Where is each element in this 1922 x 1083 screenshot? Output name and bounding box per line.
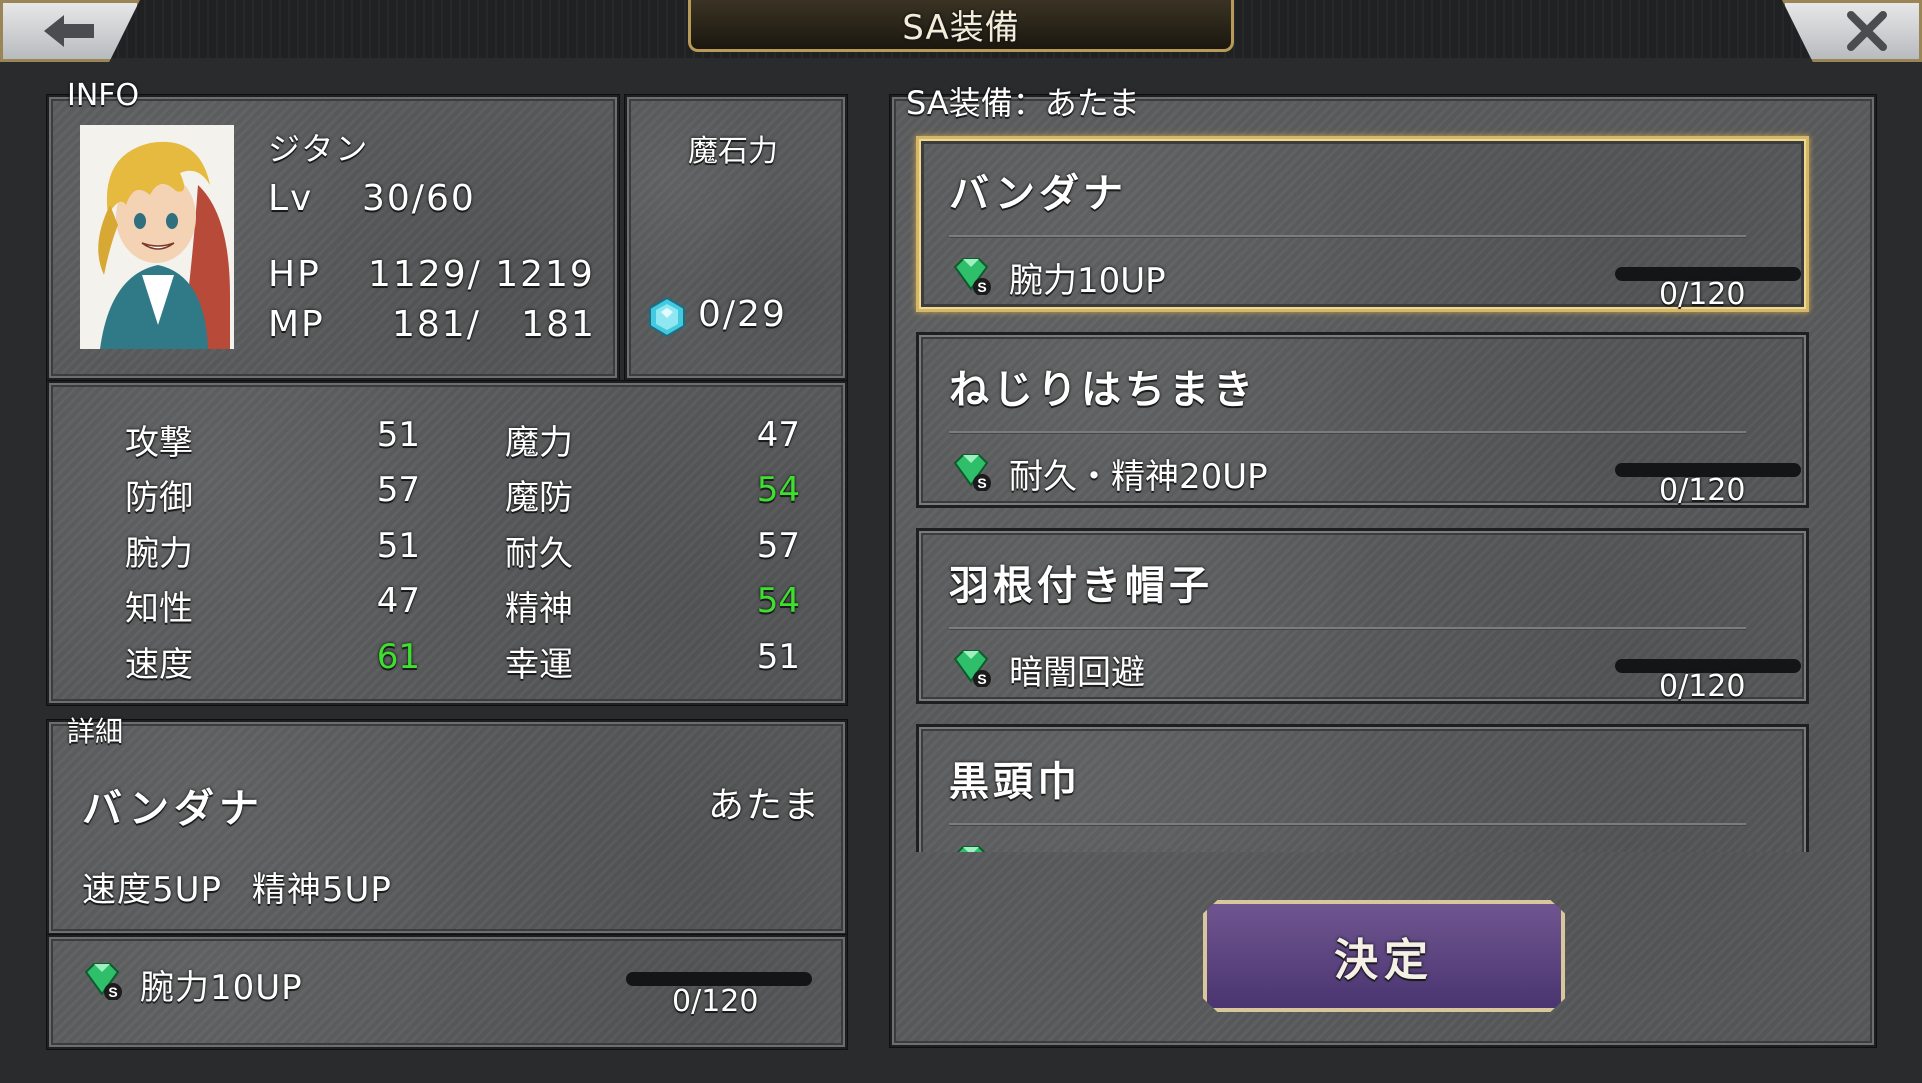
sa-gem-icon: S (953, 454, 991, 491)
svg-text:S: S (977, 671, 986, 687)
sa-item-card[interactable]: 羽根付き帽子 S 暗闇回避 0/120 (916, 528, 1809, 704)
sa-item-effect: 耐久・精神20UP (1009, 457, 1268, 497)
sa-item-name: 羽根付き帽子 (949, 562, 1213, 609)
sa-item-name: バンダナ (949, 170, 1127, 217)
sa-item-divider (949, 627, 1746, 629)
sa-item-card[interactable]: ねじりはちまき S 耐久・精神20UP 0/120 (916, 332, 1809, 508)
sa-item-divider (949, 235, 1746, 237)
detail-sa-effect: 腕力10UP (140, 968, 303, 1008)
sa-gem-icon: S (953, 258, 991, 295)
sa-item-card[interactable]: 黒頭巾 S (916, 724, 1809, 852)
svg-text:S: S (977, 279, 986, 295)
sa-item-card[interactable]: バンダナ S 腕力10UP 0/120 (916, 136, 1809, 312)
svg-text:S: S (108, 984, 117, 1000)
sa-gem-icon: S (953, 650, 991, 687)
sa-item-divider (949, 431, 1746, 433)
sa-item-effect: 腕力10UP (1009, 261, 1166, 301)
svg-text:S: S (977, 475, 986, 491)
sa-progress-text: 0/120 (1659, 669, 1746, 704)
sa-list[interactable]: バンダナ S 腕力10UP 0/120 ねじりはちまき S 耐久・精神20UP 0/120 羽根… (0, 0, 1922, 852)
sa-gem-icon: S (956, 846, 986, 852)
sa-progress-text: 0/120 (1659, 277, 1746, 312)
detail-effects: 速度5UP 精神5UP (82, 870, 392, 910)
detail-progress-text: 0/120 (672, 984, 759, 1019)
sa-item-name: 黒頭巾 (949, 758, 1081, 805)
sa-item-name: ねじりはちまき (949, 366, 1257, 413)
sa-progress-text: 0/120 (1659, 473, 1746, 508)
sa-item-divider (949, 823, 1746, 825)
sa-item-effect: 暗闇回避 (1009, 653, 1145, 693)
confirm-button[interactable]: 決定 (1203, 900, 1565, 1012)
sa-gem-icon: S (84, 963, 122, 1000)
